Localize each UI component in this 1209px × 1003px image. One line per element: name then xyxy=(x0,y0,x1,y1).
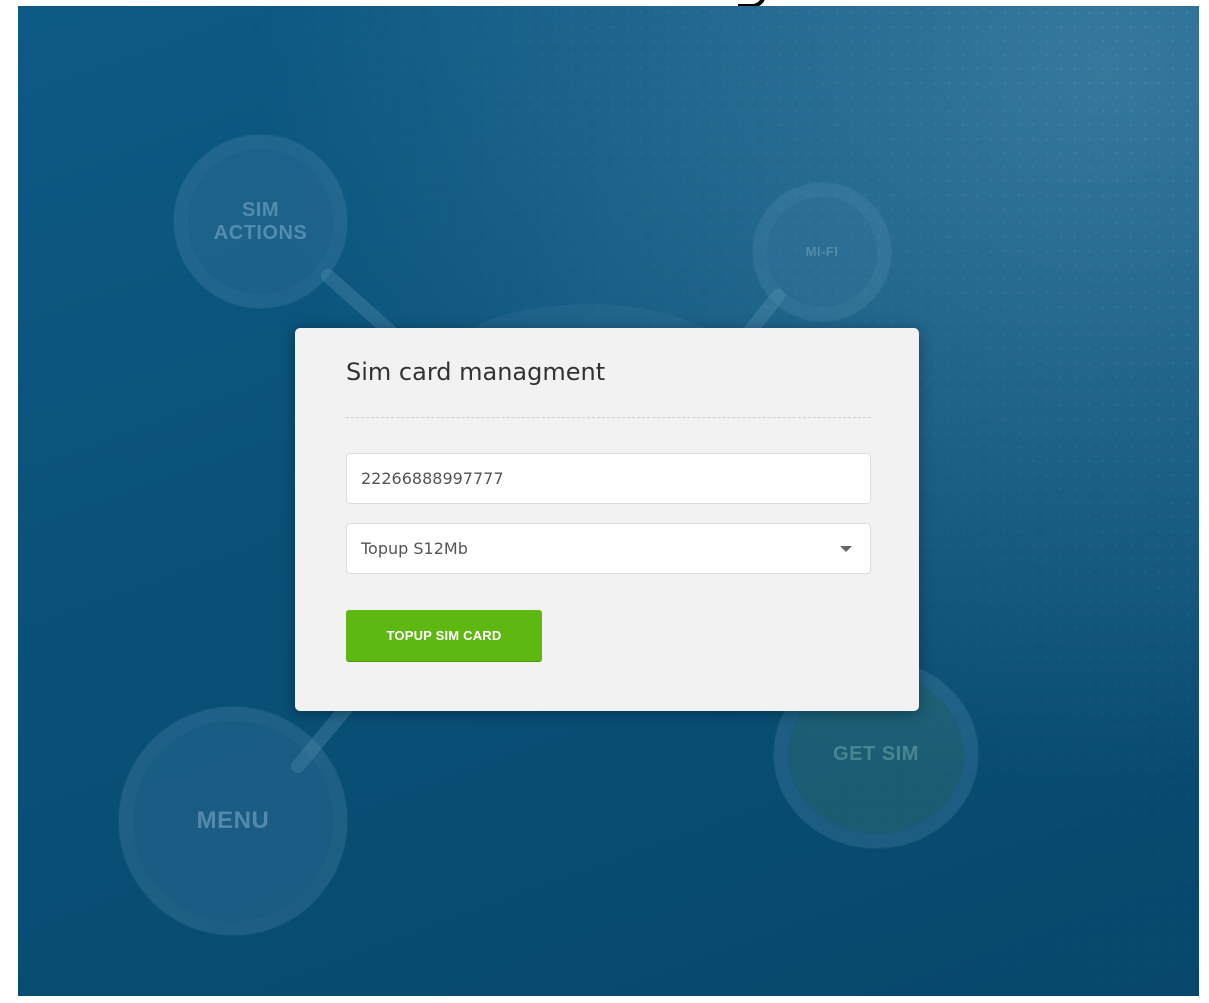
menu-label: MENU xyxy=(196,807,270,835)
topup-option-select[interactable]: Topup S12Mb xyxy=(346,523,871,574)
sim-number-input[interactable]: 22266888997777 xyxy=(346,453,871,504)
get-sim-label: GET SIM xyxy=(833,742,919,765)
topup-option-value: Topup S12Mb xyxy=(361,539,468,558)
chevron-down-icon xyxy=(840,545,852,552)
sim-management-card: Sim card managment 22266888997777 Topup … xyxy=(295,328,919,711)
card-title: Sim card managment xyxy=(346,358,606,386)
mi-fi-label: MI-FI xyxy=(805,243,839,259)
menu-bubble: MENU xyxy=(133,721,333,921)
mi-fi-bubble: MI-FI xyxy=(767,197,877,307)
sim-actions-bubble: SIM ACTIONS xyxy=(188,149,333,294)
sim-number-value: 22266888997777 xyxy=(361,469,504,488)
sim-actions-label: SIM ACTIONS xyxy=(213,198,308,244)
topup-sim-card-button[interactable]: TOPUP SIM CARD xyxy=(346,610,542,661)
title-divider xyxy=(346,417,871,418)
